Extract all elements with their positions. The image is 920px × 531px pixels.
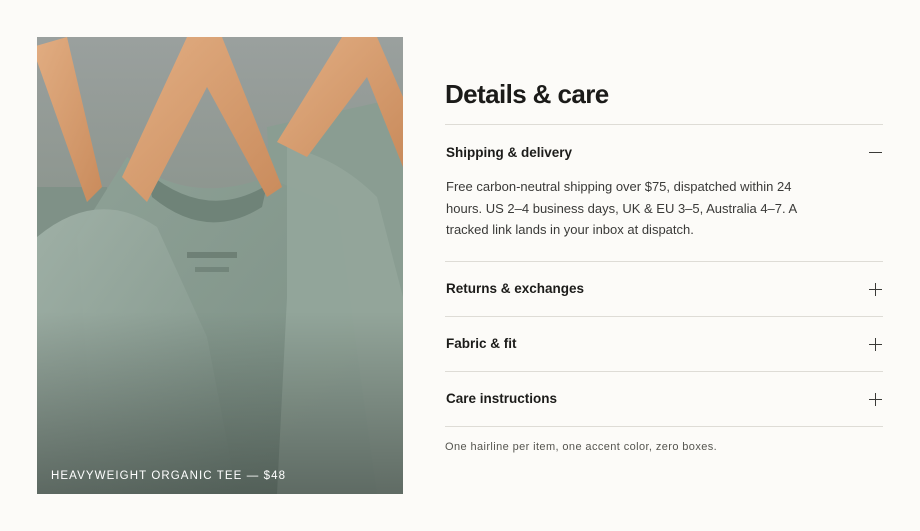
accordion-item-fabric: Fabric & fit <box>445 315 883 371</box>
plus-icon[interactable] <box>869 282 882 296</box>
accordion-toggle-shipping[interactable]: Shipping & delivery <box>445 125 883 179</box>
product-photo: HEAVYWEIGHT ORGANIC TEE — $48 <box>37 37 403 494</box>
accordion-toggle-care[interactable]: Care instructions <box>445 372 883 426</box>
page: HEAVYWEIGHT ORGANIC TEE — $48 Details & … <box>0 0 920 531</box>
footnote: One hairline per item, one accent color,… <box>445 440 718 453</box>
plus-icon[interactable] <box>869 337 882 351</box>
accordion-item-shipping: Shipping & delivery Free carbon-neutral … <box>445 124 883 261</box>
product-caption: HEAVYWEIGHT ORGANIC TEE — $48 <box>51 470 287 482</box>
tshirt-hanger-image <box>37 37 403 494</box>
minus-icon[interactable] <box>869 146 882 159</box>
accordion-toggle-returns[interactable]: Returns & exchanges <box>445 262 883 316</box>
plus-icon[interactable] <box>869 392 882 406</box>
accordion-label: Care instructions <box>446 391 558 406</box>
accordion-item-care: Care instructions <box>445 370 883 427</box>
accordion-toggle-fabric[interactable]: Fabric & fit <box>445 317 883 371</box>
details-panel: Details & care Shipping & delivery Free … <box>445 78 883 453</box>
details-title: Details & care <box>445 79 609 109</box>
accordion-item-returns: Returns & exchanges <box>445 260 883 316</box>
accordion-label: Fabric & fit <box>446 336 517 351</box>
accordion-label: Shipping & delivery <box>446 144 573 160</box>
accordion-label: Returns & exchanges <box>446 281 585 296</box>
accordion-body-shipping: Free carbon-neutral shipping over $75, d… <box>446 179 797 237</box>
